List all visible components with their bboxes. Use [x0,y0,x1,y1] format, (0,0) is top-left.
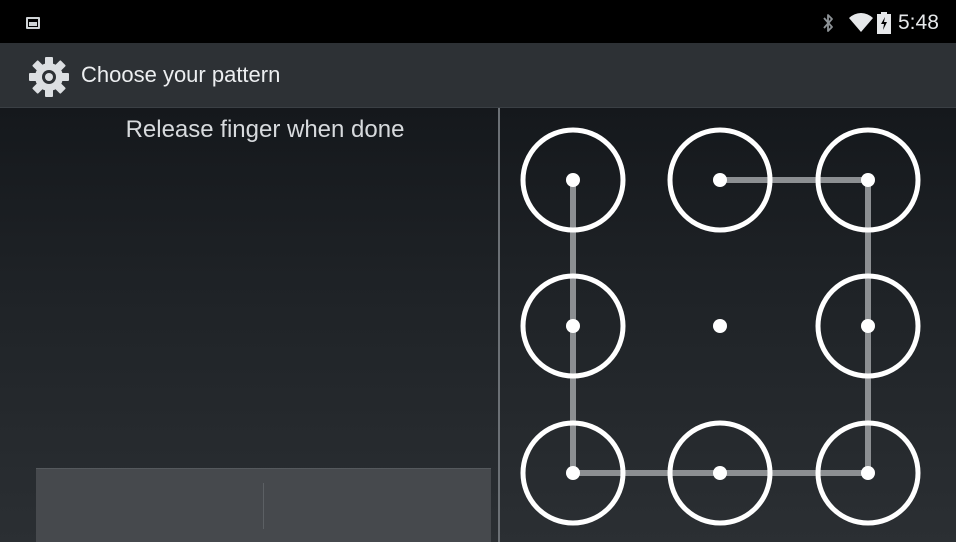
screen: 5:48 Choose your pattern Release finger … [0,0,956,542]
battery-icon [877,12,891,34]
pattern-grid[interactable] [500,108,956,542]
page-title: Choose your pattern [81,62,281,87]
pattern-dot-center [713,319,727,333]
status-bar: 5:48 [0,0,956,43]
pattern-dot-center [861,173,875,187]
pattern-dot-5[interactable] [713,319,727,333]
footer-button-bar [36,468,491,542]
continue-button[interactable] [264,469,491,542]
pattern-lock-pad[interactable] [500,108,956,542]
instruction-panel: Release finger when done [0,108,498,542]
pattern-dot-center [861,319,875,333]
picture-notification-icon [26,17,40,29]
pattern-dot-center [566,319,580,333]
pattern-dot-center [566,466,580,480]
action-bar: Choose your pattern [0,43,956,108]
cancel-button[interactable] [36,469,263,542]
wifi-icon [849,13,873,32]
pattern-dot-center [861,466,875,480]
pattern-dot-center [713,173,727,187]
pattern-dot-center [566,173,580,187]
pattern-dots [520,127,921,526]
status-clock: 5:48 [898,11,939,34]
settings-gear-icon[interactable] [27,55,71,99]
bluetooth-icon [823,14,833,32]
instruction-text: Release finger when done [125,116,405,143]
pattern-dot-center [713,466,727,480]
